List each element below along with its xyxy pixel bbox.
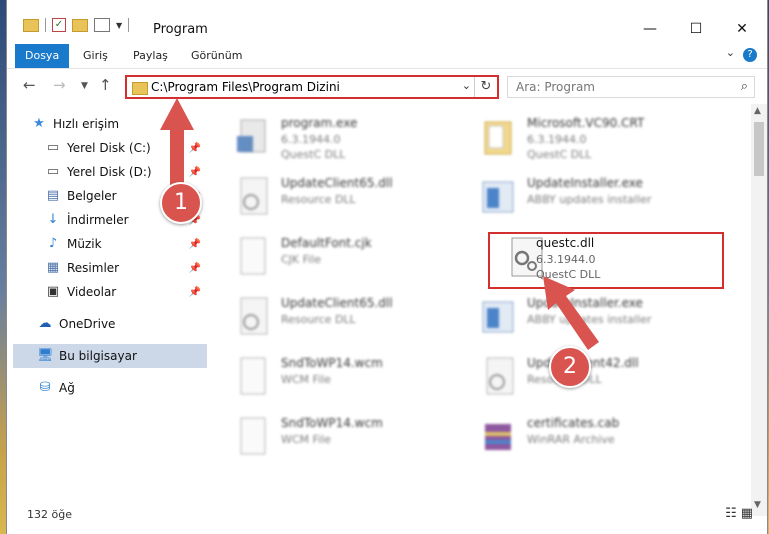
annotation-badge-1: 1 [160, 182, 202, 224]
annotation-badge-2: 2 [549, 346, 591, 388]
arrow-diagonal-icon [543, 276, 599, 350]
annotation-arrows [160, 98, 599, 350]
arrow-up-icon [160, 98, 194, 186]
